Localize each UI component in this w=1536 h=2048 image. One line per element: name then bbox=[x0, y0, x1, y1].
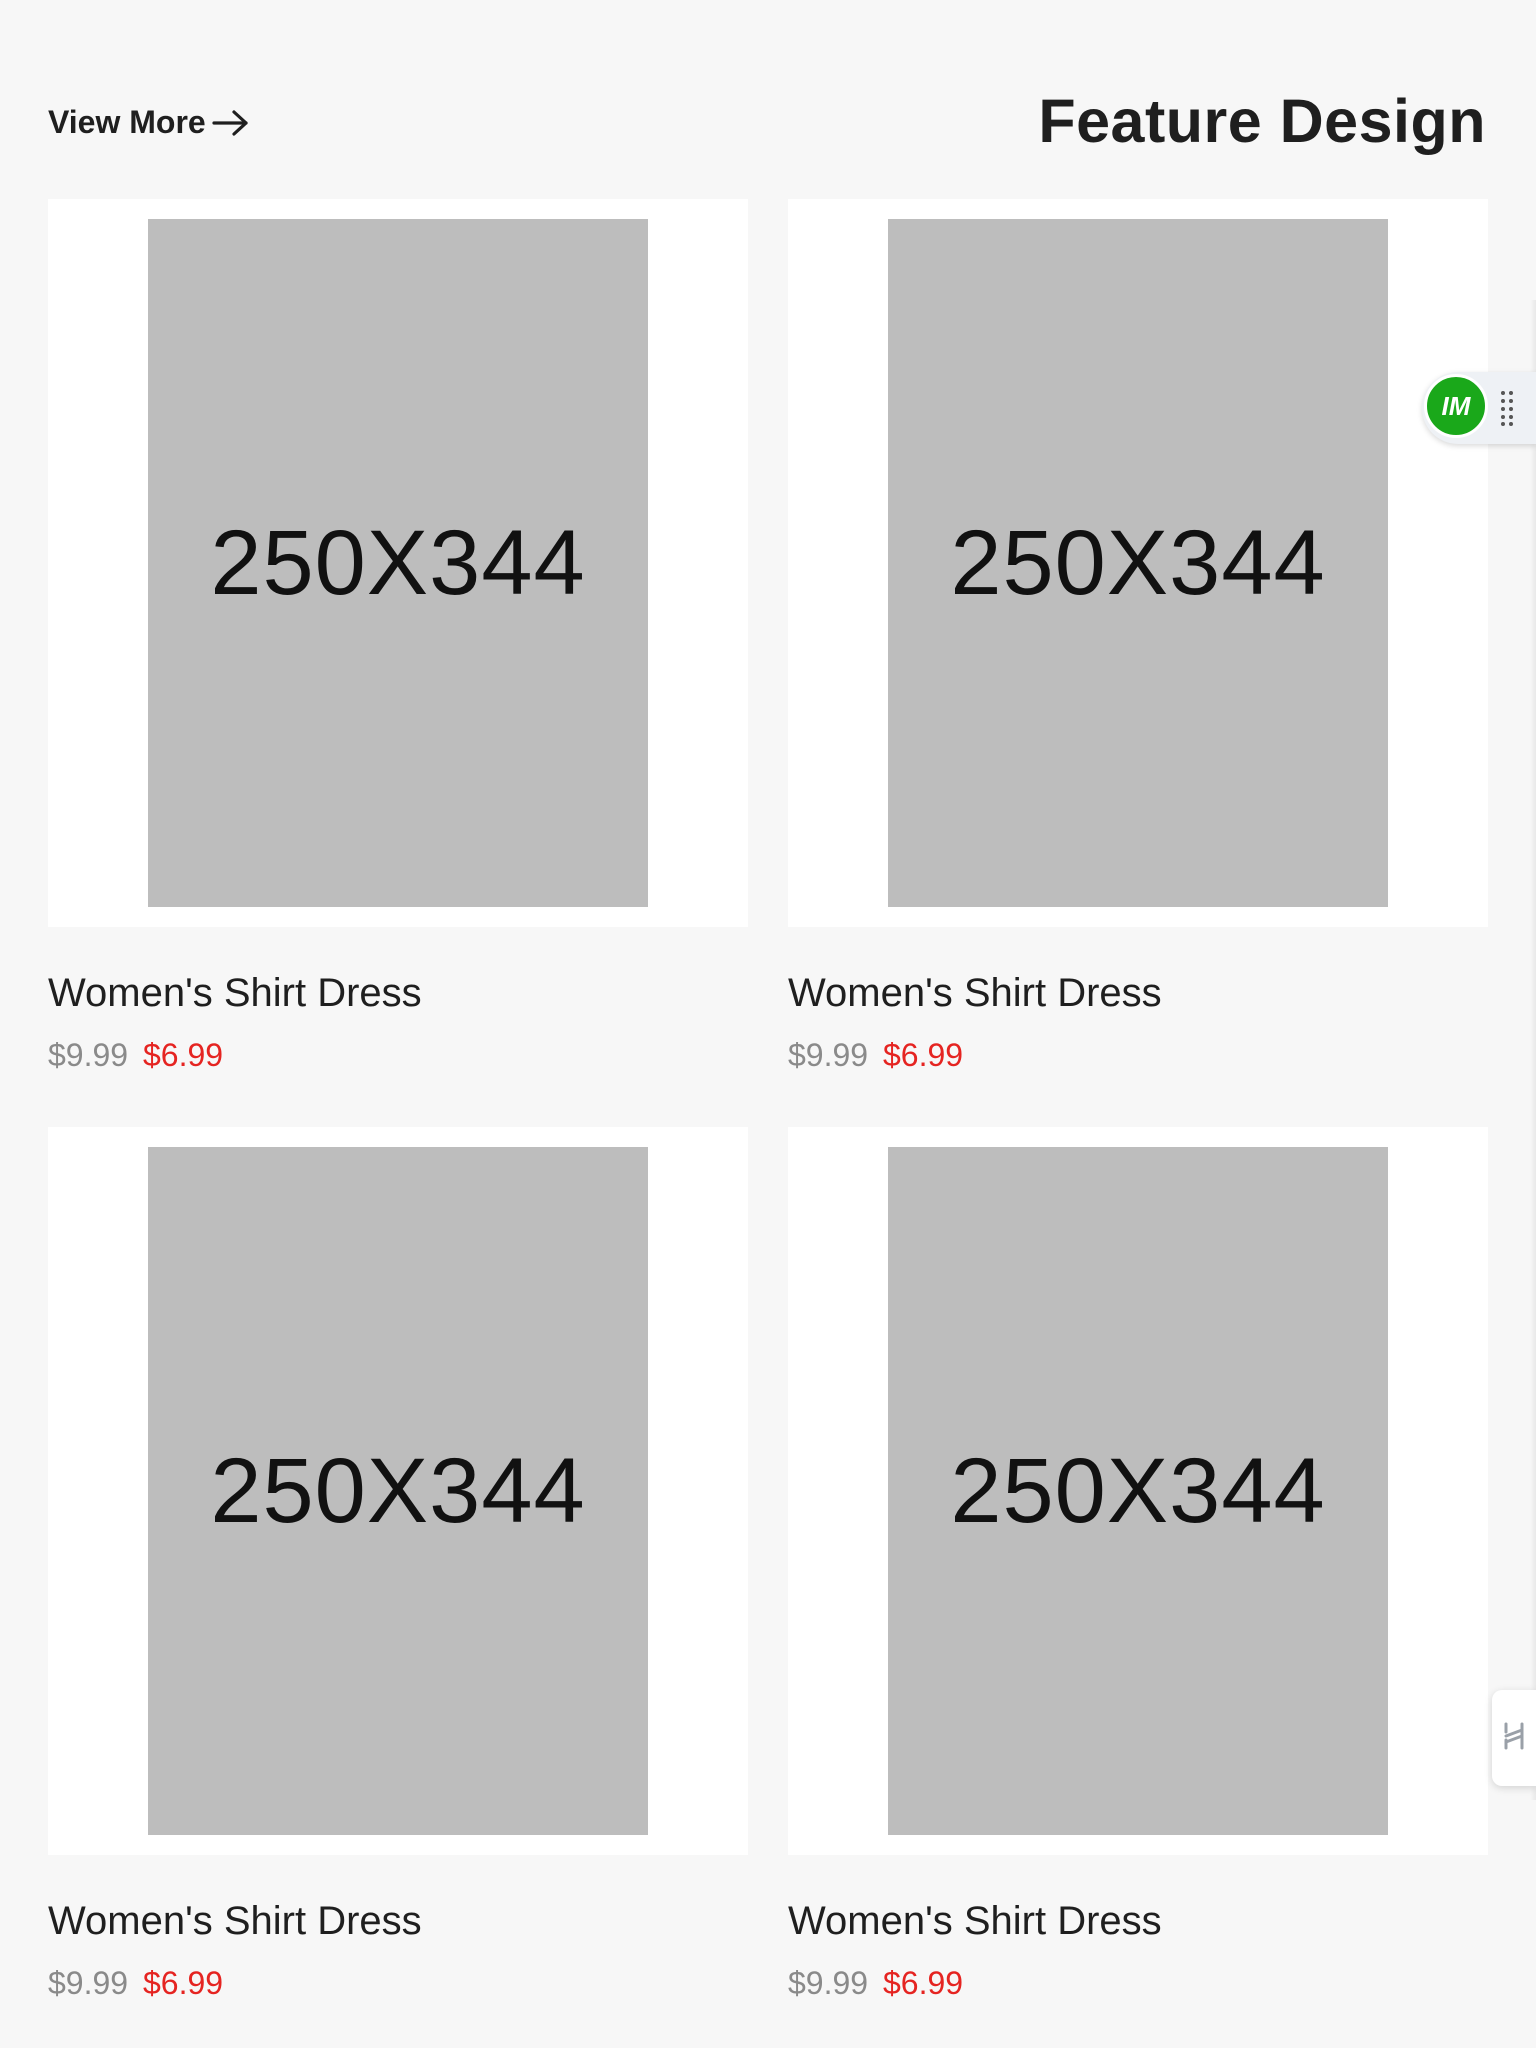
old-price: $9.99 bbox=[48, 1037, 129, 1073]
product-image[interactable]: 250X344 bbox=[788, 1127, 1488, 1855]
floating-widget[interactable]: IM bbox=[1422, 372, 1536, 444]
placeholder-label: 250X344 bbox=[210, 511, 586, 614]
image-placeholder: 250X344 bbox=[888, 1147, 1388, 1835]
view-more-link[interactable]: View More bbox=[48, 104, 250, 141]
side-tab[interactable] bbox=[1492, 1690, 1536, 1786]
chat-icon bbox=[1500, 1718, 1528, 1759]
right-edge-shadow bbox=[1530, 300, 1536, 1800]
widget-logo-text: IM bbox=[1441, 390, 1471, 421]
product-card[interactable]: 250X344 Women's Shirt Dress $9.99 $6.99 bbox=[48, 199, 748, 1071]
view-more-label: View More bbox=[48, 104, 206, 140]
widget-logo-icon[interactable]: IM bbox=[1424, 374, 1488, 438]
product-card[interactable]: 250X344 Women's Shirt Dress $9.99 $6.99 bbox=[788, 199, 1488, 1071]
sale-price: $6.99 bbox=[882, 1965, 964, 2001]
image-placeholder: 250X344 bbox=[888, 219, 1388, 907]
product-card[interactable]: 250X344 Women's Shirt Dress $9.99 $6.99 bbox=[788, 1127, 1488, 1999]
old-price: $9.99 bbox=[788, 1965, 869, 2001]
product-image[interactable]: 250X344 bbox=[48, 1127, 748, 1855]
section-header: View More Feature Design bbox=[48, 86, 1488, 158]
product-name[interactable]: Women's Shirt Dress bbox=[48, 1901, 748, 1941]
image-placeholder: 250X344 bbox=[148, 219, 648, 907]
product-name[interactable]: Women's Shirt Dress bbox=[788, 1901, 1488, 1941]
image-placeholder: 250X344 bbox=[148, 1147, 648, 1835]
old-price: $9.99 bbox=[48, 1965, 129, 2001]
placeholder-label: 250X344 bbox=[210, 1439, 586, 1542]
price-row: $9.99 $6.99 bbox=[48, 1967, 748, 1999]
product-image[interactable]: 250X344 bbox=[48, 199, 748, 927]
product-card[interactable]: 250X344 Women's Shirt Dress $9.99 $6.99 bbox=[48, 1127, 748, 1999]
product-name[interactable]: Women's Shirt Dress bbox=[788, 973, 1488, 1013]
product-name[interactable]: Women's Shirt Dress bbox=[48, 973, 748, 1013]
old-price: $9.99 bbox=[788, 1037, 869, 1073]
sale-price: $6.99 bbox=[142, 1965, 224, 2001]
sale-price: $6.99 bbox=[142, 1037, 224, 1073]
arrow-right-icon bbox=[212, 108, 250, 138]
price-row: $9.99 $6.99 bbox=[788, 1039, 1488, 1071]
product-image[interactable]: 250X344 bbox=[788, 199, 1488, 927]
placeholder-label: 250X344 bbox=[950, 1439, 1326, 1542]
price-row: $9.99 $6.99 bbox=[48, 1039, 748, 1071]
sale-price: $6.99 bbox=[882, 1037, 964, 1073]
placeholder-label: 250X344 bbox=[950, 511, 1326, 614]
drag-handle-icon[interactable] bbox=[1500, 390, 1514, 426]
price-row: $9.99 $6.99 bbox=[788, 1967, 1488, 1999]
section-title: Feature Design bbox=[1038, 87, 1486, 155]
